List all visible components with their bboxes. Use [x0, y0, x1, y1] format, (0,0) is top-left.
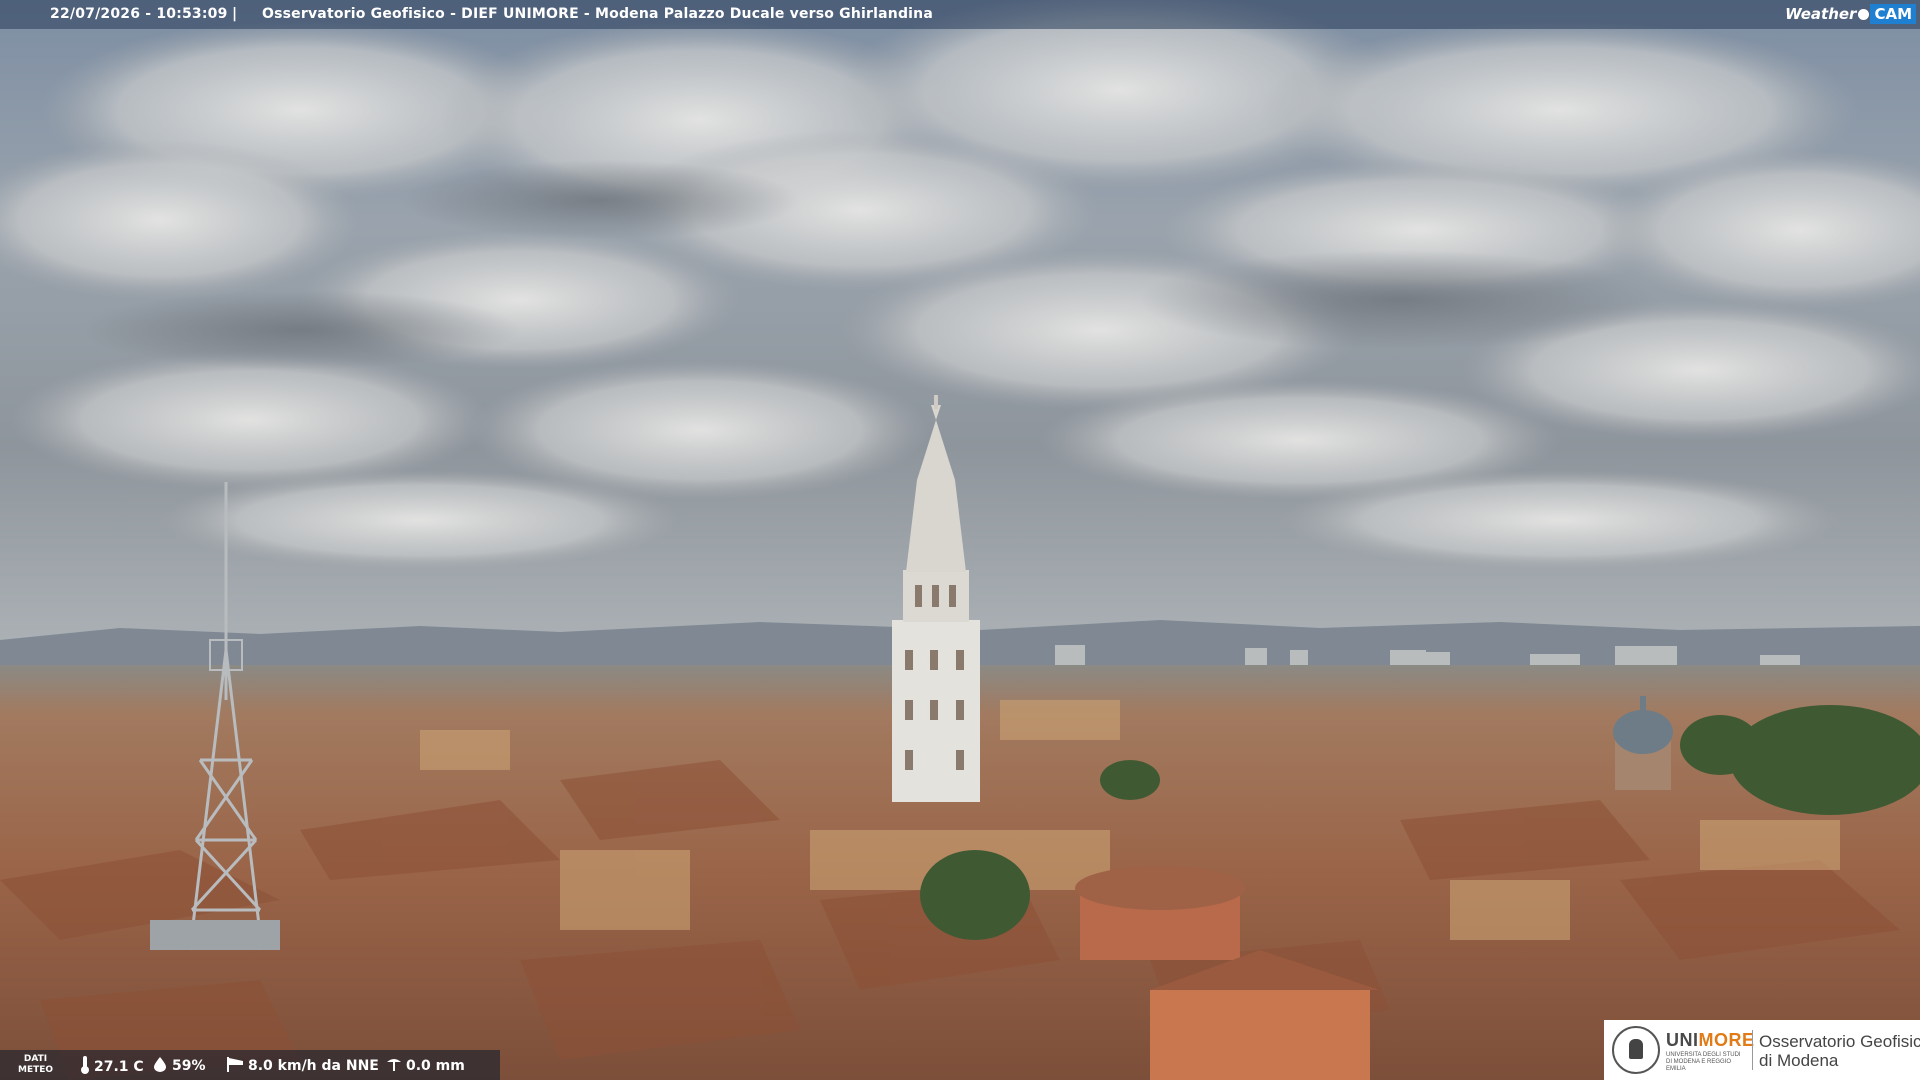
university-seal-icon	[1612, 1026, 1660, 1074]
temperature-value: 27.1 C	[94, 1059, 144, 1075]
university-caption: UNIVERSITA DEGLI STUDI DI MODENA E REGGI…	[1666, 1052, 1741, 1072]
logo-divider	[1752, 1030, 1753, 1070]
weathercam-logo: Weather CAM	[1785, 2, 1916, 26]
humidity-value: 59%	[172, 1058, 206, 1074]
weather-data-bar: DATI METEO 27.1 C 59% 8.0 km/h da NNE 0.…	[0, 1050, 500, 1080]
timestamp: 22/07/2026 - 10:53:09	[50, 6, 228, 22]
humidity-reading: 59%	[152, 1056, 206, 1076]
observatory-name: Osservatorio Geofisico di Modena	[1759, 1032, 1920, 1070]
brand-weather-text: Weather	[1785, 5, 1857, 23]
separator: |	[232, 6, 238, 22]
unimore-logo: UNIMORE UNIVERSITA DEGLI STUDI DI MODENA…	[1604, 1020, 1920, 1080]
weather-label-line2: METEO	[18, 1065, 54, 1075]
weather-data-label: DATI METEO	[18, 1054, 53, 1076]
university-name-suffix: MORE	[1698, 1030, 1755, 1050]
wind-value: 8.0 km/h da NNE	[248, 1058, 379, 1074]
brand-dot-icon	[1858, 8, 1870, 20]
observatory-line2: di Modena	[1759, 1051, 1839, 1070]
camera-info-bar: 22/07/2026 - 10:53:09 | Osservatorio Geo…	[0, 0, 1920, 29]
humidity-drop-icon	[152, 1056, 168, 1076]
university-name-prefix: UNI	[1666, 1030, 1699, 1050]
rain-gauge-icon	[386, 1056, 402, 1076]
webcam-photo	[0, 0, 1920, 1080]
temperature-reading: 27.1 C	[80, 1056, 144, 1078]
university-name: UNIMORE	[1666, 1030, 1755, 1051]
rain-value: 0.0 mm	[406, 1058, 465, 1074]
wind-sock-icon	[226, 1056, 244, 1076]
brand-cam-text: CAM	[1870, 4, 1916, 24]
rain-reading: 0.0 mm	[386, 1056, 465, 1076]
weather-label-line1: DATI	[23, 1054, 48, 1064]
wind-reading: 8.0 km/h da NNE	[226, 1056, 379, 1076]
observatory-line1: Osservatorio Geofisico	[1759, 1032, 1920, 1051]
camera-title: Osservatorio Geofisico - DIEF UNIMORE - …	[262, 6, 933, 22]
thermometer-icon	[80, 1056, 90, 1078]
